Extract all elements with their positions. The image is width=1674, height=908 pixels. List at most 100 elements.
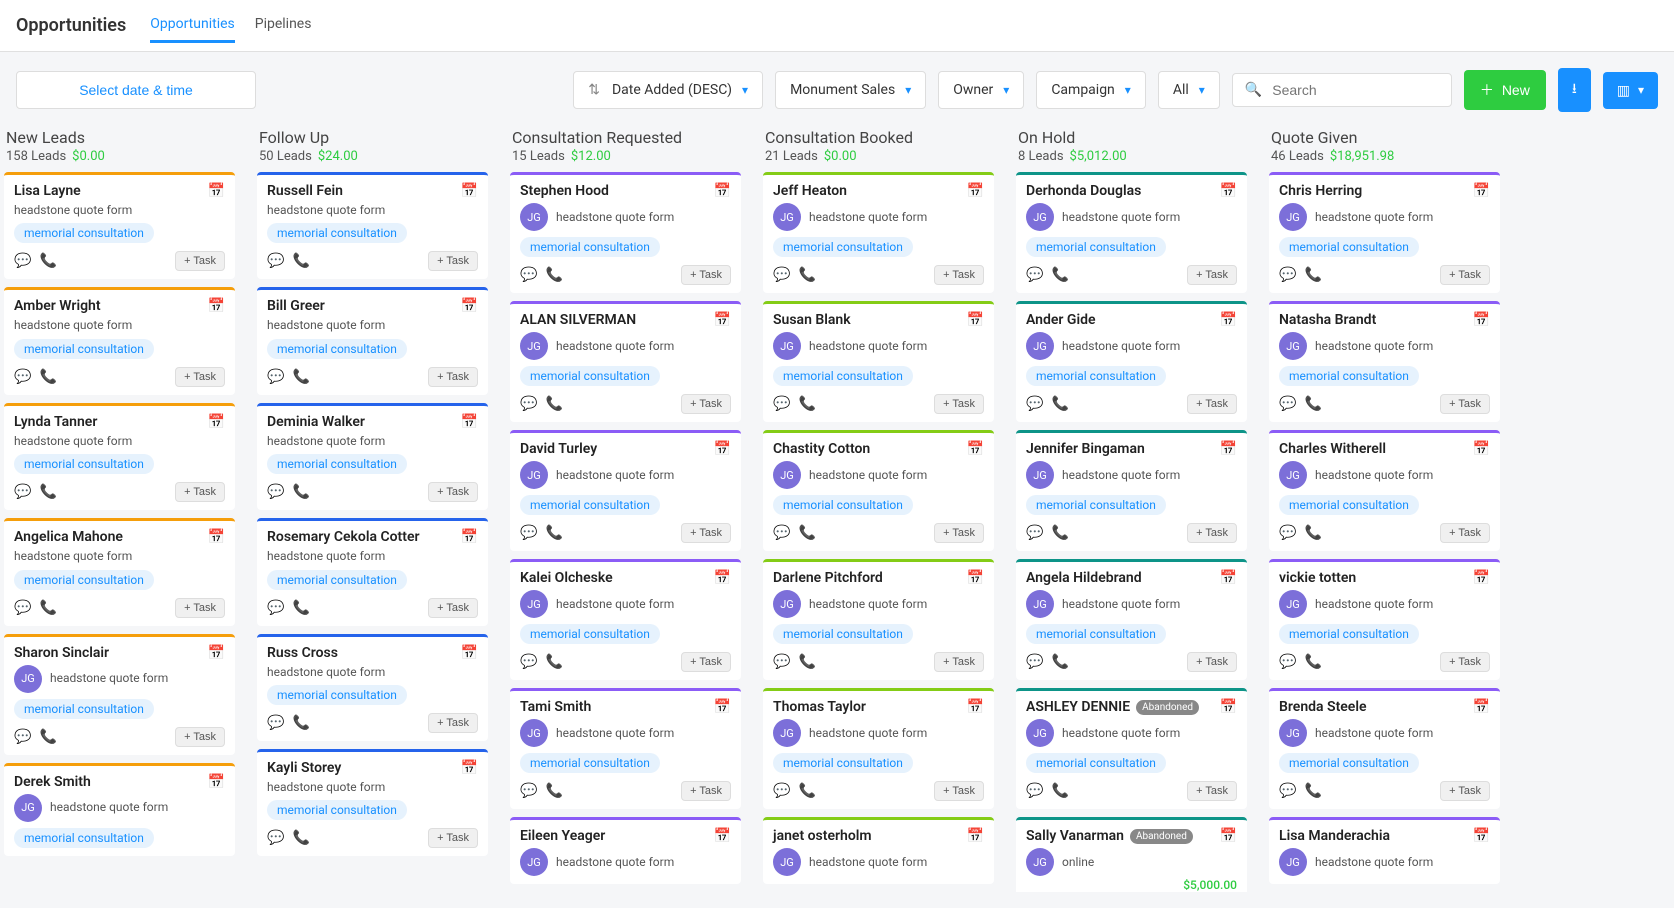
add-task-button[interactable]: + Task	[681, 652, 731, 672]
chat-icon[interactable]: 💬	[1026, 267, 1043, 283]
campaign-tag[interactable]: memorial consultation	[773, 237, 913, 257]
calendar-add-icon[interactable]: 📅	[967, 312, 984, 328]
phone-icon[interactable]: 📞	[292, 484, 309, 500]
chat-icon[interactable]: 💬	[267, 253, 284, 269]
phone-icon[interactable]: 📞	[1051, 396, 1068, 412]
add-task-button[interactable]: + Task	[1187, 265, 1237, 285]
add-task-button[interactable]: + Task	[428, 828, 478, 848]
add-task-button[interactable]: + Task	[175, 598, 225, 618]
campaign-tag[interactable]: memorial consultation	[1026, 624, 1166, 644]
add-task-button[interactable]: + Task	[934, 652, 984, 672]
opportunity-card[interactable]: Darlene Pitchford📅JGheadstone quote form…	[763, 559, 994, 680]
add-task-button[interactable]: + Task	[1187, 781, 1237, 801]
phone-icon[interactable]: 📞	[545, 267, 562, 283]
phone-icon[interactable]: 📞	[798, 525, 815, 541]
opportunity-card[interactable]: Deminia Walker📅headstone quote formmemor…	[257, 403, 488, 510]
calendar-add-icon[interactable]: 📅	[461, 760, 478, 776]
calendar-add-icon[interactable]: 📅	[967, 828, 984, 844]
campaign-tag[interactable]: memorial consultation	[773, 753, 913, 773]
chat-icon[interactable]: 💬	[1279, 783, 1296, 799]
phone-icon[interactable]: 📞	[292, 715, 309, 731]
add-task-button[interactable]: + Task	[1187, 523, 1237, 543]
chat-icon[interactable]: 💬	[267, 830, 284, 846]
opportunity-card[interactable]: vickie totten📅JGheadstone quote formmemo…	[1269, 559, 1500, 680]
campaign-tag[interactable]: memorial consultation	[267, 339, 407, 359]
calendar-add-icon[interactable]: 📅	[1473, 312, 1490, 328]
add-task-button[interactable]: + Task	[1187, 394, 1237, 414]
chat-icon[interactable]: 💬	[773, 654, 790, 670]
chat-icon[interactable]: 💬	[1026, 396, 1043, 412]
phone-icon[interactable]: 📞	[292, 369, 309, 385]
campaign-tag[interactable]: memorial consultation	[14, 699, 154, 719]
phone-icon[interactable]: 📞	[292, 830, 309, 846]
opportunity-card[interactable]: Angelica Mahone📅headstone quote formmemo…	[4, 518, 235, 625]
calendar-add-icon[interactable]: 📅	[208, 645, 225, 661]
opportunity-card[interactable]: ALAN SILVERMAN📅JGheadstone quote formmem…	[510, 301, 741, 422]
add-task-button[interactable]: + Task	[934, 265, 984, 285]
phone-icon[interactable]: 📞	[1304, 654, 1321, 670]
add-task-button[interactable]: + Task	[175, 482, 225, 502]
calendar-add-icon[interactable]: 📅	[714, 699, 731, 715]
campaign-dropdown[interactable]: Campaign ▾	[1036, 71, 1146, 109]
chat-icon[interactable]: 💬	[1279, 396, 1296, 412]
opportunity-card[interactable]: Jennifer Bingaman📅JGheadstone quote form…	[1016, 430, 1247, 551]
opportunity-card[interactable]: Bill Greer📅headstone quote formmemorial …	[257, 287, 488, 394]
phone-icon[interactable]: 📞	[39, 253, 56, 269]
phone-icon[interactable]: 📞	[1051, 267, 1068, 283]
calendar-add-icon[interactable]: 📅	[461, 529, 478, 545]
add-task-button[interactable]: + Task	[428, 482, 478, 502]
campaign-tag[interactable]: memorial consultation	[520, 366, 660, 386]
opportunity-card[interactable]: Lisa Layne📅headstone quote formmemorial …	[4, 172, 235, 279]
opportunity-card[interactable]: Kalei Olcheske📅JGheadstone quote formmem…	[510, 559, 741, 680]
opportunity-card[interactable]: Thomas Taylor📅JGheadstone quote formmemo…	[763, 688, 994, 809]
opportunity-card[interactable]: Lynda Tanner📅headstone quote formmemoria…	[4, 403, 235, 510]
tab-opportunities[interactable]: Opportunities	[150, 8, 235, 43]
campaign-tag[interactable]: memorial consultation	[267, 685, 407, 705]
opportunity-card[interactable]: Stephen Hood📅JGheadstone quote formmemor…	[510, 172, 741, 293]
opportunity-card[interactable]: Natasha Brandt📅JGheadstone quote formmem…	[1269, 301, 1500, 422]
layout-button[interactable]: ▥ ▾	[1603, 72, 1658, 109]
phone-icon[interactable]: 📞	[545, 783, 562, 799]
calendar-add-icon[interactable]: 📅	[208, 774, 225, 790]
calendar-add-icon[interactable]: 📅	[208, 414, 225, 430]
phone-icon[interactable]: 📞	[545, 525, 562, 541]
campaign-tag[interactable]: memorial consultation	[1026, 495, 1166, 515]
chat-icon[interactable]: 💬	[773, 783, 790, 799]
calendar-add-icon[interactable]: 📅	[714, 828, 731, 844]
calendar-add-icon[interactable]: 📅	[461, 298, 478, 314]
add-task-button[interactable]: + Task	[175, 367, 225, 387]
campaign-tag[interactable]: memorial consultation	[14, 570, 154, 590]
calendar-add-icon[interactable]: 📅	[1473, 570, 1490, 586]
campaign-tag[interactable]: memorial consultation	[773, 366, 913, 386]
chat-icon[interactable]: 💬	[1279, 654, 1296, 670]
opportunity-card[interactable]: Russ Cross📅headstone quote formmemorial …	[257, 634, 488, 741]
phone-icon[interactable]: 📞	[1304, 783, 1321, 799]
campaign-tag[interactable]: memorial consultation	[773, 624, 913, 644]
campaign-tag[interactable]: memorial consultation	[520, 753, 660, 773]
campaign-tag[interactable]: memorial consultation	[14, 339, 154, 359]
campaign-tag[interactable]: memorial consultation	[1279, 237, 1419, 257]
campaign-tag[interactable]: memorial consultation	[1026, 237, 1166, 257]
opportunity-card[interactable]: Chastity Cotton📅JGheadstone quote formme…	[763, 430, 994, 551]
campaign-tag[interactable]: memorial consultation	[267, 223, 407, 243]
add-task-button[interactable]: + Task	[1440, 781, 1490, 801]
add-task-button[interactable]: + Task	[681, 523, 731, 543]
select-date-button[interactable]: Select date & time	[16, 71, 256, 109]
opportunity-card[interactable]: Sharon Sinclair📅JGheadstone quote formme…	[4, 634, 235, 755]
pipeline-dropdown[interactable]: Monument Sales ▾	[775, 71, 926, 109]
opportunity-card[interactable]: janet osterholm📅JGheadstone quote form	[763, 817, 994, 884]
campaign-tag[interactable]: memorial consultation	[520, 237, 660, 257]
owner-dropdown[interactable]: Owner ▾	[938, 71, 1024, 109]
calendar-add-icon[interactable]: 📅	[1220, 183, 1237, 199]
campaign-tag[interactable]: memorial consultation	[14, 454, 154, 474]
chat-icon[interactable]: 💬	[1026, 783, 1043, 799]
opportunity-card[interactable]: Derek Smith📅JGheadstone quote formmemori…	[4, 763, 235, 856]
campaign-tag[interactable]: memorial consultation	[1026, 753, 1166, 773]
chat-icon[interactable]: 💬	[267, 369, 284, 385]
calendar-add-icon[interactable]: 📅	[208, 183, 225, 199]
phone-icon[interactable]: 📞	[39, 369, 56, 385]
campaign-tag[interactable]: memorial consultation	[267, 570, 407, 590]
add-task-button[interactable]: + Task	[934, 523, 984, 543]
campaign-tag[interactable]: memorial consultation	[14, 223, 154, 243]
opportunity-card[interactable]: Rosemary Cekola Cotter📅headstone quote f…	[257, 518, 488, 625]
